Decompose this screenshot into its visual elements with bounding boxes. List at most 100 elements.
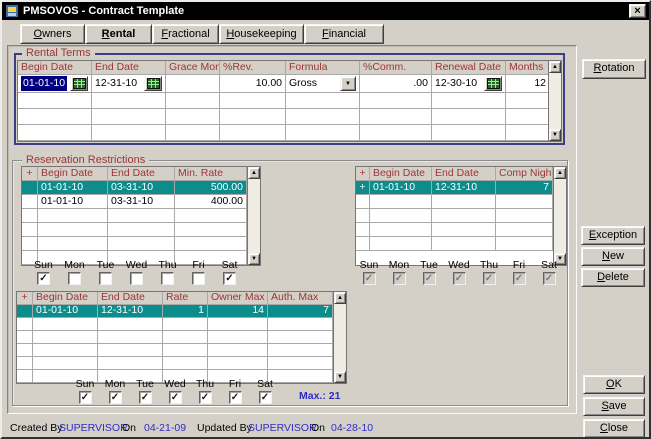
- plus-cell: [17, 305, 33, 317]
- checkbox-sun[interactable]: ✓: [79, 391, 92, 404]
- scroll-up-icon[interactable]: ▲: [554, 167, 566, 179]
- new-button[interactable]: New: [581, 247, 645, 266]
- empty-row: [22, 223, 247, 237]
- day-label: Tue: [420, 259, 438, 271]
- close-icon[interactable]: ×: [629, 4, 646, 18]
- column-header: Formula: [286, 61, 360, 74]
- comp-nights-cell: 7: [496, 181, 553, 194]
- tab-financial[interactable]: Financial: [304, 24, 384, 44]
- chevron-down-icon[interactable]: ▼: [340, 76, 356, 91]
- tab-fractional-label: Fractional: [161, 25, 209, 43]
- column-header: Months: [506, 61, 548, 74]
- checkbox-wed[interactable]: ✓: [169, 391, 182, 404]
- tab-rental[interactable]: Rental: [85, 24, 152, 44]
- months-field[interactable]: 12: [506, 75, 548, 92]
- column-header: +: [22, 167, 38, 180]
- checkbox-fri-disabled: ✓: [513, 272, 526, 285]
- end-date-field[interactable]: 12-31-10: [95, 76, 137, 91]
- day-label: Sun: [34, 259, 53, 271]
- close-button[interactable]: Close: [583, 419, 645, 438]
- save-button[interactable]: Save: [583, 397, 645, 416]
- table-row[interactable]: + 01-01-10 12-31-10 7: [356, 181, 553, 195]
- table-row[interactable]: 01-01-10 03-31-10 500.00: [22, 181, 247, 195]
- column-header: Begin Date: [18, 61, 92, 74]
- day-label: Sat: [541, 259, 557, 271]
- table-row[interactable]: 01-01-10 03-31-10 400.00: [22, 195, 247, 209]
- updated-by-value: SUPERVISOR: [248, 422, 317, 434]
- calendar-icon: [147, 78, 160, 89]
- reservation-restrictions-group-label: Reservation Restrictions: [22, 154, 149, 166]
- day-label: Mon: [64, 259, 84, 271]
- formula-dropdown[interactable]: Gross ▼: [286, 75, 360, 92]
- scroll-up-icon[interactable]: ▲: [248, 167, 260, 179]
- begin-date-cell: 01-01-10: [38, 181, 108, 194]
- tab-fractional[interactable]: Fractional: [152, 24, 219, 44]
- column-header: %Comm.: [360, 61, 432, 74]
- column-header: Min. Rate: [175, 167, 247, 180]
- checkbox-sat[interactable]: ✓: [259, 391, 272, 404]
- tab-housekeeping[interactable]: Housekeeping: [219, 24, 304, 44]
- checkbox-sat[interactable]: ✓: [223, 272, 236, 285]
- checkbox-wed[interactable]: [130, 272, 143, 285]
- vertical-scrollbar[interactable]: ▲ ▼: [553, 167, 566, 265]
- checkbox-wed-disabled: ✓: [453, 272, 466, 285]
- owner-max-cell: 14: [208, 305, 268, 317]
- end-date-cell: 03-31-10: [108, 195, 175, 208]
- begin-date-calendar-button[interactable]: [70, 76, 88, 91]
- checkbox-thu[interactable]: [161, 272, 174, 285]
- scroll-up-icon[interactable]: ▲: [334, 292, 346, 304]
- vertical-scrollbar[interactable]: ▲ ▼: [333, 292, 346, 383]
- scroll-down-icon[interactable]: ▼: [334, 371, 346, 383]
- column-header: +: [356, 167, 370, 180]
- ok-button[interactable]: OK: [583, 375, 645, 394]
- column-header: Begin Date: [38, 167, 108, 180]
- begin-date-cell: 01-01-10: [18, 75, 92, 92]
- end-date-cell: 03-31-10: [108, 181, 175, 194]
- day-label: Thu: [480, 259, 498, 271]
- rev-percent-field[interactable]: 10.00: [220, 75, 286, 92]
- comm-percent-field[interactable]: .00: [360, 75, 432, 92]
- ok-button-label: OK: [606, 376, 622, 393]
- empty-row: [17, 344, 333, 357]
- vertical-scrollbar[interactable]: ▲ ▼: [247, 167, 260, 265]
- rental-terms-table: Begin Date End Date Grace Months %Rev. F…: [17, 60, 562, 142]
- day-label: Mon: [389, 259, 409, 271]
- table-row[interactable]: 01-01-10 12-31-10 1 14 7: [17, 305, 333, 318]
- scroll-down-icon[interactable]: ▼: [549, 129, 561, 141]
- checkbox-mon[interactable]: ✓: [109, 391, 122, 404]
- renewal-date-cell: 12-30-10: [432, 75, 506, 92]
- checkbox-thu[interactable]: ✓: [199, 391, 212, 404]
- day-label: Wed: [448, 259, 469, 271]
- plus-cell: [22, 181, 38, 194]
- day-label: Fri: [192, 259, 204, 271]
- renewal-date-field[interactable]: 12-30-10: [435, 76, 477, 91]
- scroll-up-icon[interactable]: ▲: [549, 61, 561, 73]
- delete-button-label: Delete: [597, 269, 629, 286]
- checkbox-tue-disabled: ✓: [423, 272, 436, 285]
- scroll-down-icon[interactable]: ▼: [248, 253, 260, 265]
- exception-button[interactable]: Exception: [581, 226, 645, 245]
- tab-owners[interactable]: Owners: [20, 24, 85, 44]
- empty-row: [17, 318, 333, 331]
- day-label: Wed: [164, 378, 185, 390]
- checkbox-fri[interactable]: ✓: [229, 391, 242, 404]
- rental-terms-group-label: Rental Terms: [22, 47, 95, 59]
- day-label: Wed: [126, 259, 147, 271]
- rotation-button[interactable]: Rotation: [582, 59, 646, 79]
- created-on-value: 04-21-09: [144, 422, 186, 434]
- renewal-date-calendar-button[interactable]: [484, 76, 502, 91]
- checkbox-fri[interactable]: [192, 272, 205, 285]
- end-date-calendar-button[interactable]: [144, 76, 162, 91]
- vertical-scrollbar[interactable]: ▲ ▼: [548, 61, 561, 141]
- app-icon: [5, 4, 19, 18]
- checkbox-mon[interactable]: [68, 272, 81, 285]
- updated-by-label: Updated By: [197, 422, 252, 434]
- checkbox-tue[interactable]: [99, 272, 112, 285]
- delete-button[interactable]: Delete: [581, 268, 645, 287]
- audit-footer: Created By SUPERVISOR On 04-21-09 Update…: [2, 422, 582, 436]
- checkbox-tue[interactable]: ✓: [139, 391, 152, 404]
- checkbox-sun[interactable]: ✓: [37, 272, 50, 285]
- begin-date-field[interactable]: 01-01-10: [21, 76, 67, 91]
- grace-months-field[interactable]: [166, 75, 220, 92]
- new-button-label: New: [602, 248, 624, 265]
